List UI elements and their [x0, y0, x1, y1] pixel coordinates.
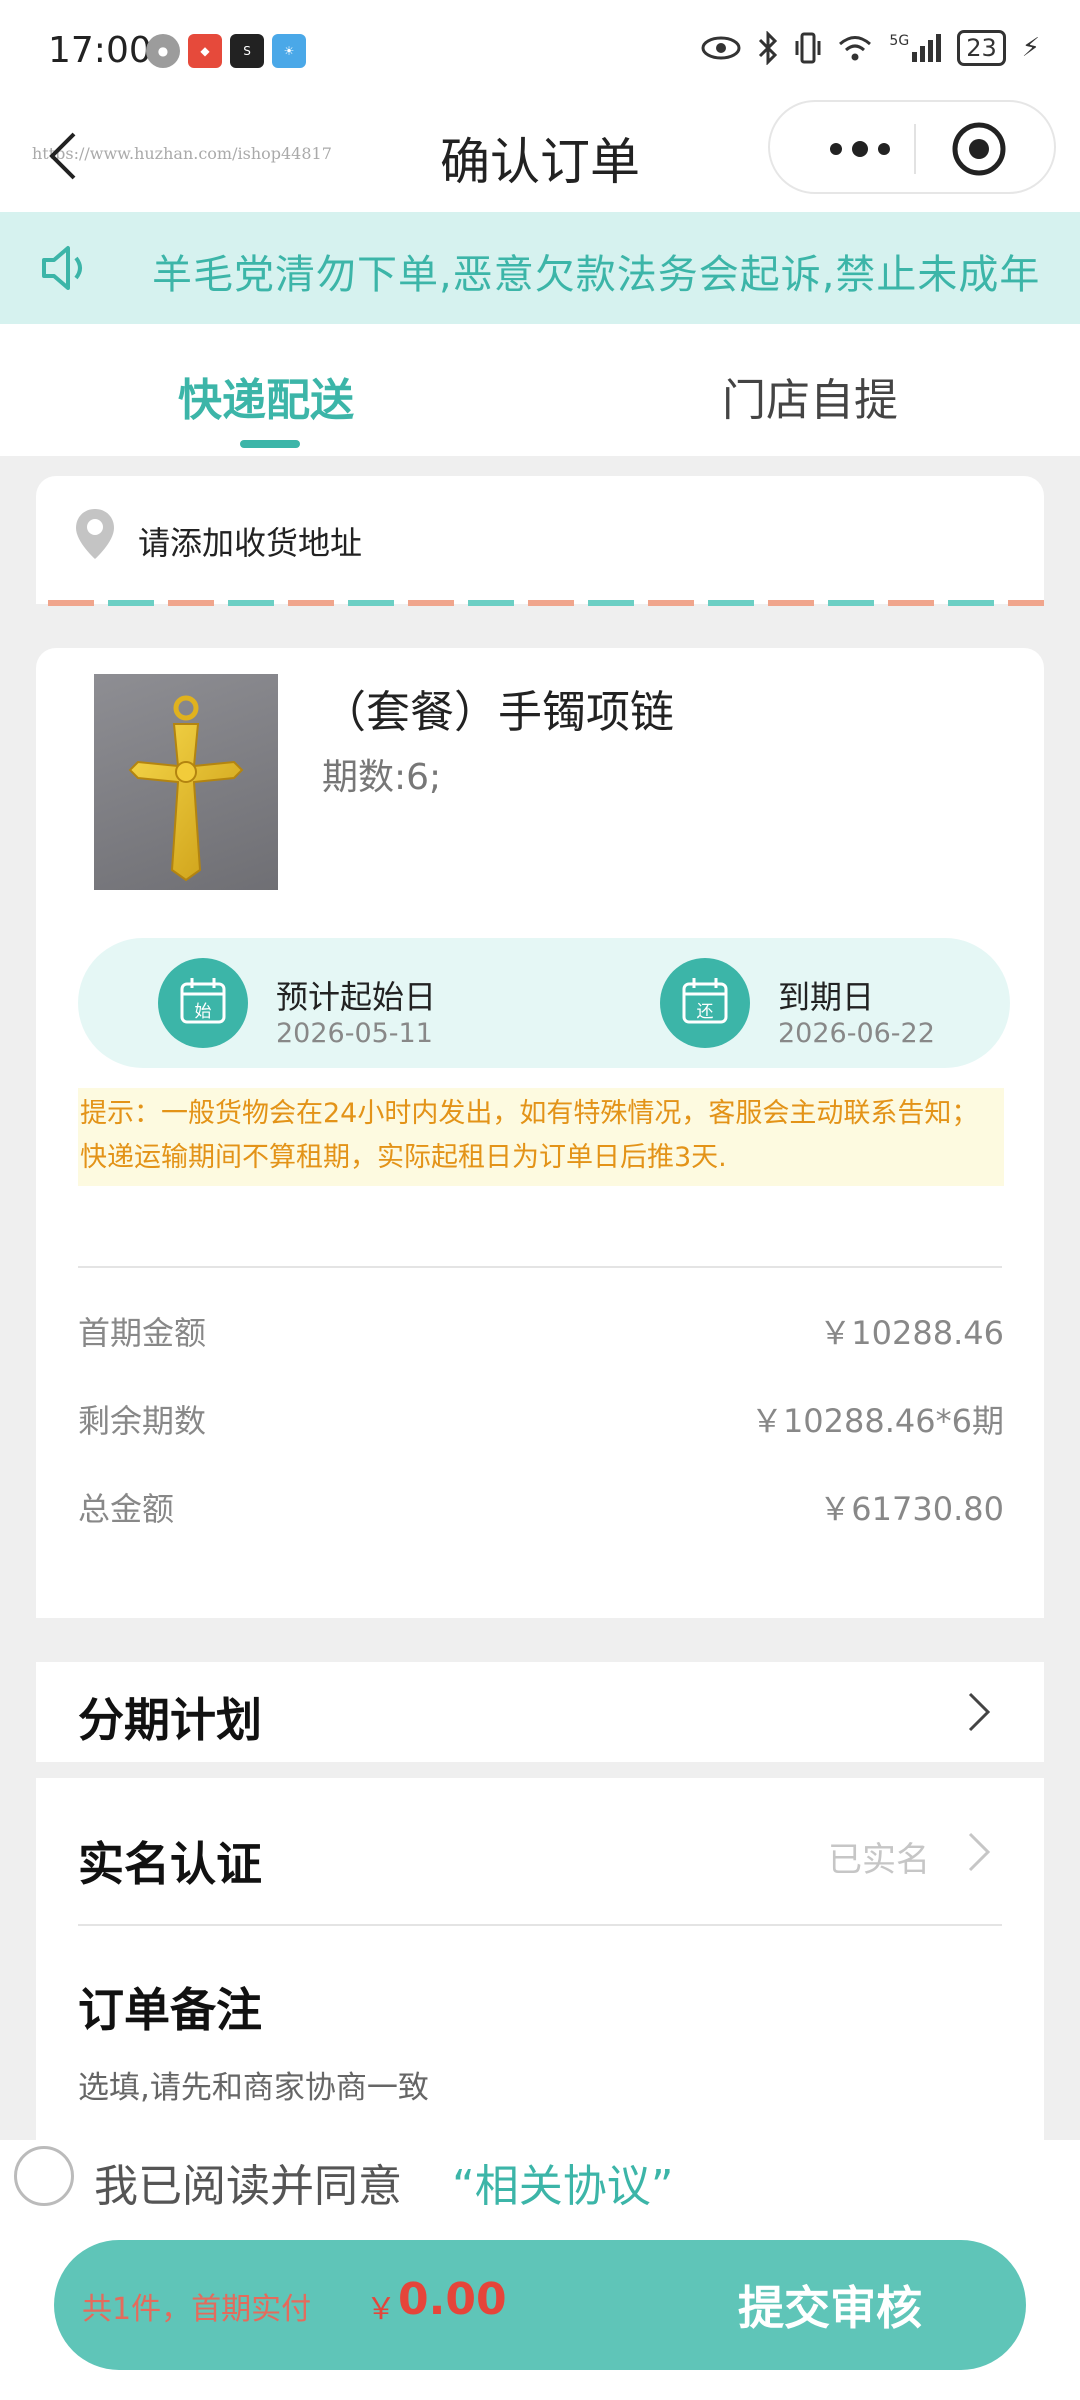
first-payment-value: ￥10288.46 — [819, 1314, 1004, 1352]
speaker-icon — [42, 246, 82, 290]
close-miniprogram-icon[interactable] — [950, 120, 1008, 178]
first-payment-label: 首期金额 — [78, 1314, 207, 1352]
bluetooth-icon — [759, 31, 778, 65]
calendar-start-icon: 始 — [158, 958, 248, 1048]
verification-remark-section: 实名认证 已实名 订单备注 选填,请先和商家协商一致 — [36, 1778, 1044, 2140]
realname-row[interactable]: 实名认证 已实名 — [36, 1778, 1044, 1924]
delivery-tabs: 快递配送 门店自提 — [0, 324, 1080, 456]
signal-icon: 5G — [889, 34, 942, 62]
notice-banner: 羊毛党清勿下单,恶意欠款法务会起诉,禁止未成年 — [0, 212, 1080, 324]
add-address-row[interactable]: 请添加收货地址 — [36, 476, 1044, 604]
gold-cross-pendant-image — [128, 695, 244, 882]
battery-indicator: 23 — [957, 30, 1006, 66]
product-image — [94, 674, 278, 890]
location-pin-icon — [76, 509, 114, 559]
status-bar: 17:00 ● ◆ S ☀ 5G 23 ⚡ — [0, 0, 1080, 100]
add-address-label: 请添加收货地址 — [138, 524, 363, 562]
tab-active-indicator — [240, 440, 300, 448]
eye-icon — [701, 36, 741, 60]
order-remark-title: 订单备注 — [78, 1983, 262, 2037]
capsule-divider — [914, 124, 916, 174]
nav-bar: https://www.huzhan.com/ishop44817 确认订单 — [0, 100, 1080, 212]
weather-icon: ☀ — [272, 34, 306, 68]
start-date-label: 预计起始日 — [276, 978, 437, 1016]
vibrate-icon — [795, 32, 821, 64]
end-date-value: 2026-06-22 — [778, 1018, 935, 1049]
tab-express[interactable]: 快递配送 — [178, 364, 354, 428]
shipping-tip: 提示：一般货物会在24小时内发出，如有特殊情况，客服会主动联系告知；快递运输期间… — [78, 1088, 1004, 1186]
order-remark-input[interactable]: 选填,请先和商家协商一致 — [78, 2062, 429, 2107]
installment-plan-row[interactable]: 分期计划 — [36, 1662, 1044, 1762]
summary-label: 共1件，首期实付 — [82, 2292, 312, 2327]
svg-text:还: 还 — [697, 1002, 714, 1022]
remaining-periods-value: ￥10288.46*6期 — [750, 1402, 1004, 1440]
svg-text:始: 始 — [195, 1002, 212, 1022]
more-icon[interactable] — [810, 124, 910, 174]
calendar-end-icon: 还 — [660, 958, 750, 1048]
agreement-text: 我已阅读并同意 — [94, 2161, 402, 2212]
order-card: （套餐）手镯项链 期数:6; 始 预计起始日 2026-05-11 还 到期日 … — [36, 648, 1044, 1618]
wechat-icon: ● — [146, 34, 180, 68]
total-amount-value: ￥61730.80 — [819, 1490, 1004, 1528]
status-time: 17:00 — [48, 30, 152, 71]
soul-app-icon: S — [230, 34, 264, 68]
notice-text: 羊毛党清勿下单,恶意欠款法务会起诉,禁止未成年 — [152, 252, 1041, 298]
amount-divider — [78, 1266, 1002, 1268]
product-title: （套餐）手镯项链 — [322, 687, 674, 738]
bottom-bar: 共1件，首期实付 ￥ 0.00 提交审核 — [0, 2218, 1080, 2400]
wifi-icon — [839, 36, 872, 61]
end-date-label: 到期日 — [778, 978, 875, 1016]
status-app-icons: ● ◆ S ☀ — [146, 34, 306, 68]
agreement-checkbox[interactable] — [14, 2146, 74, 2206]
summary-currency: ￥ — [366, 2292, 396, 2327]
remaining-periods-label: 剩余期数 — [78, 1402, 207, 1440]
chevron-right-icon — [968, 1692, 991, 1732]
section-divider — [78, 1924, 1002, 1926]
back-icon[interactable] — [40, 126, 92, 186]
total-amount-label: 总金额 — [78, 1490, 175, 1528]
charging-icon: ⚡ — [1021, 33, 1040, 63]
tab-pickup[interactable]: 门店自提 — [722, 364, 898, 428]
chevron-right-icon — [968, 1832, 991, 1872]
agreement-link[interactable]: “相关协议” — [452, 2150, 674, 2214]
miniprogram-capsule — [768, 100, 1056, 194]
rental-dates: 始 预计起始日 2026-05-11 还 到期日 2026-06-22 — [78, 938, 1010, 1068]
installment-plan-title: 分期计划 — [78, 1693, 262, 1747]
submit-button[interactable]: 提交审核 — [670, 2272, 990, 2338]
summary-amount: 0.00 — [398, 2274, 507, 2325]
agreement-row: 我已阅读并同意 “相关协议” — [0, 2140, 1080, 2218]
envelope-border — [48, 600, 1044, 606]
start-date-value: 2026-05-11 — [276, 1018, 433, 1049]
product-periods: 期数:6; — [322, 757, 442, 798]
realname-status: 已实名 — [828, 1840, 930, 1880]
checkout-bar: 共1件，首期实付 ￥ 0.00 提交审核 — [54, 2240, 1026, 2370]
app-notification-icon: ◆ — [188, 34, 222, 68]
status-indicators: 5G 23 ⚡ — [701, 30, 1040, 66]
realname-title: 实名认证 — [78, 1837, 262, 1891]
